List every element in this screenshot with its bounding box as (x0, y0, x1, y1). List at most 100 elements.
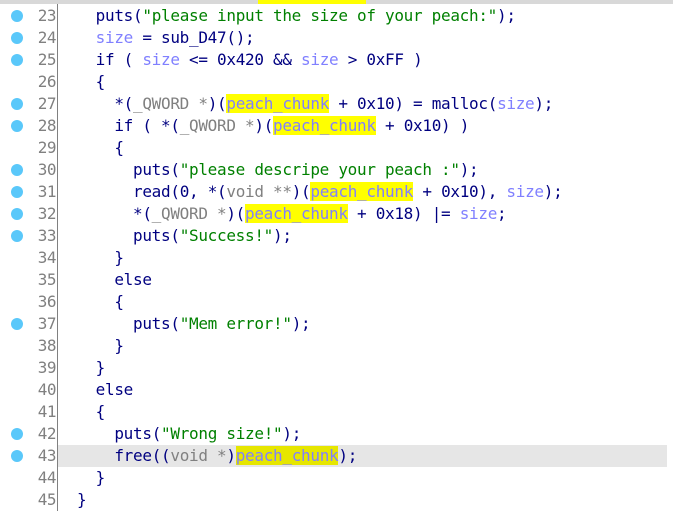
highlighted-symbol[interactable]: peach_chunk (245, 204, 348, 223)
code-token: "Wrong size!" (161, 424, 283, 443)
code-token: ); (459, 160, 479, 179)
highlighted-symbol[interactable]: peach_chunk (273, 116, 376, 135)
code-text: else (58, 379, 667, 401)
code-token[interactable]: size (142, 50, 180, 69)
code-line[interactable]: 28 if ( *(_QWORD *)(peach_chunk + 0x10) … (0, 115, 673, 137)
code-token[interactable]: size (497, 94, 535, 113)
code-line[interactable]: 36 { (0, 291, 673, 313)
code-line[interactable]: 32 *(_QWORD *)(peach_chunk + 0x18) |= si… (0, 203, 673, 225)
code-token[interactable]: puts (133, 226, 171, 245)
code-token: )( (254, 116, 274, 135)
code-line[interactable]: 44 } (0, 467, 673, 489)
line-number: 37 (37, 314, 57, 333)
code-text: { (58, 401, 667, 423)
breakpoint-dot-icon[interactable] (11, 208, 23, 220)
code-token[interactable]: malloc (432, 94, 488, 113)
code-token: 0 (179, 182, 190, 201)
code-token[interactable]: size (301, 50, 339, 69)
code-token[interactable]: read (133, 182, 171, 201)
breakpoint-dot-icon[interactable] (11, 186, 23, 198)
code-line[interactable]: 29 { (0, 137, 673, 159)
line-number: 40 (37, 380, 57, 399)
code-token: ); (497, 6, 516, 25)
code-token: 0x18 (375, 204, 414, 223)
code-line[interactable]: 43 free((void *)peach_chunk); (0, 445, 673, 467)
breakpoint-dot-icon[interactable] (11, 10, 23, 22)
code-line[interactable]: 34 } (0, 247, 673, 269)
code-token[interactable]: puts (114, 424, 152, 443)
breakpoint-dot-icon[interactable] (11, 164, 23, 176)
code-token: 0xFF (366, 50, 404, 69)
code-token: "please descripe your peach :" (179, 160, 460, 179)
code-token[interactable]: size (506, 182, 544, 201)
code-token: if (95, 50, 115, 69)
code-text: free((void *)peach_chunk); (58, 445, 667, 467)
code-token[interactable]: puts (133, 314, 171, 333)
line-number: 39 (37, 358, 57, 377)
code-line[interactable]: 37 puts("Mem error!"); (0, 313, 673, 335)
code-line[interactable]: 23 puts("please input the size of your p… (0, 5, 673, 27)
line-number: 34 (37, 248, 57, 267)
code-token: ); (282, 424, 302, 443)
code-token: ( (151, 424, 162, 443)
code-line[interactable]: 25 if ( size <= 0x420 && size > 0xFF ) (0, 49, 673, 71)
code-line[interactable]: 42 puts("Wrong size!"); (0, 423, 673, 445)
code-line[interactable]: 41 { (0, 401, 673, 423)
code-token[interactable]: puts (133, 160, 171, 179)
code-token: if (114, 116, 134, 135)
code-token: 0x10 (441, 182, 479, 201)
code-token: ), (478, 182, 507, 201)
line-number: 33 (37, 226, 57, 245)
pseudocode-editor[interactable]: 23 puts("please input the size of your p… (0, 5, 673, 511)
code-token: + (347, 204, 376, 223)
code-line[interactable]: 45} (0, 489, 673, 511)
code-text: if ( size <= 0x420 && size > 0xFF ) (58, 49, 667, 71)
code-line[interactable]: 26 { (0, 71, 673, 93)
code-text: } (58, 489, 667, 511)
code-token: else (95, 380, 134, 399)
code-line[interactable]: 40 else (0, 379, 673, 401)
code-text: { (58, 137, 667, 159)
breakpoint-dot-icon[interactable] (11, 318, 23, 330)
code-token: *( (133, 204, 152, 223)
code-token: "please input the size of your peach:" (142, 6, 498, 25)
code-token[interactable]: sub_D47 (161, 28, 227, 47)
breakpoint-dot-icon[interactable] (11, 98, 23, 110)
line-number: 29 (37, 138, 57, 157)
code-line[interactable]: 27 *(_QWORD *)(peach_chunk + 0x10) = mal… (0, 93, 673, 115)
code-token: ( (170, 226, 180, 245)
code-token: ); (273, 226, 292, 245)
code-token[interactable]: puts (96, 6, 134, 25)
breakpoint-dot-icon[interactable] (11, 120, 23, 132)
code-line[interactable]: 31 read(0, *(void **)(peach_chunk + 0x10… (0, 181, 673, 203)
code-text: puts("Success!"); (58, 225, 667, 247)
code-token: )( (291, 182, 311, 201)
highlighted-symbol[interactable]: peach_chunk (226, 94, 329, 113)
code-line[interactable]: 24 size = sub_D47(); (0, 27, 673, 49)
code-token[interactable]: size (96, 28, 134, 47)
code-token[interactable]: size (460, 204, 498, 223)
line-number: 38 (37, 336, 57, 355)
code-line[interactable]: 33 puts("Success!"); (0, 225, 673, 247)
breakpoint-dot-icon[interactable] (11, 428, 23, 440)
breakpoint-dot-icon[interactable] (11, 32, 23, 44)
code-token[interactable]: free (114, 446, 152, 465)
code-line[interactable]: 38 } (0, 335, 673, 357)
highlighted-symbol[interactable]: peach_chunk (310, 182, 413, 201)
code-text: } (58, 467, 667, 489)
line-number: 26 (37, 72, 57, 91)
breakpoint-dot-icon[interactable] (11, 230, 23, 242)
code-token: = (133, 28, 162, 47)
breakpoint-dot-icon[interactable] (11, 450, 23, 462)
code-line[interactable]: 30 puts("please descripe your peach :"); (0, 159, 673, 181)
code-token: } (95, 358, 106, 377)
breakpoint-dot-icon[interactable] (11, 54, 23, 66)
line-number: 24 (37, 28, 57, 47)
code-token: } (114, 248, 124, 267)
code-token: *( (114, 94, 134, 113)
code-line[interactable]: 35 else (0, 269, 673, 291)
code-line[interactable]: 39 } (0, 357, 673, 379)
highlighted-symbol[interactable]: peach_chunk (235, 446, 339, 465)
code-token: ) (226, 446, 236, 465)
line-number: 43 (37, 446, 57, 465)
